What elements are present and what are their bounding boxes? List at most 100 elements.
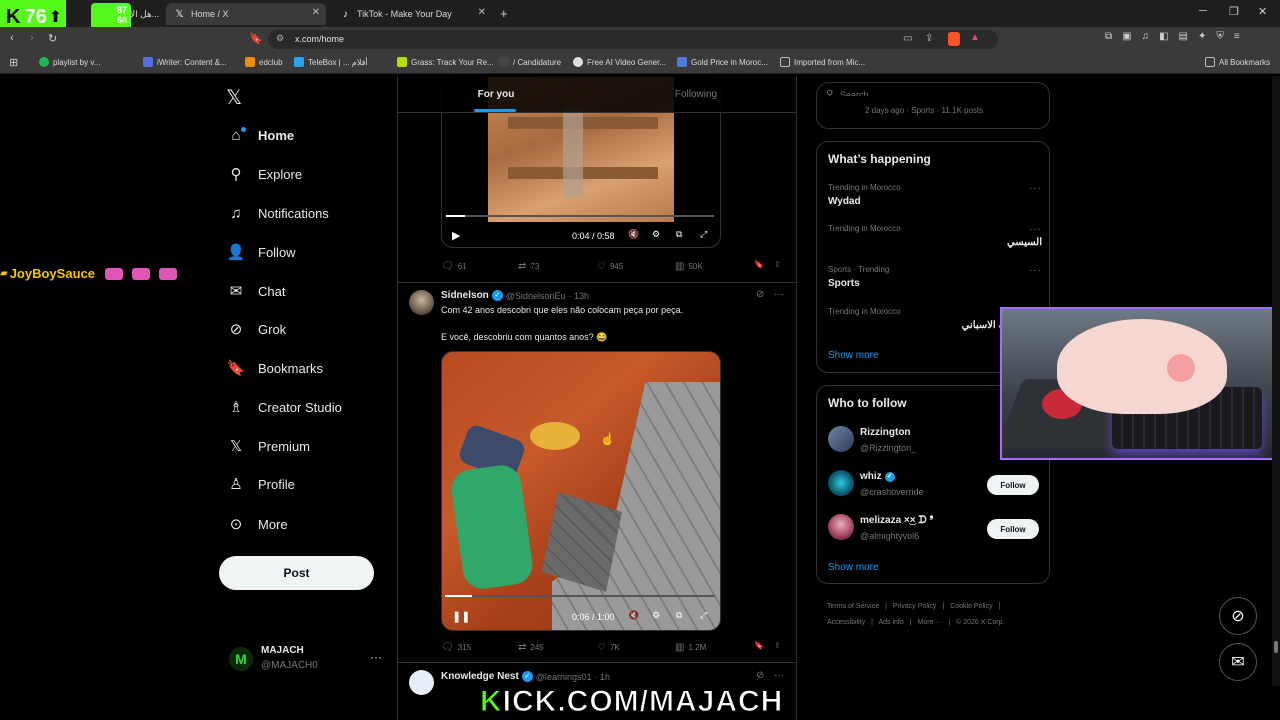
- nav-notifications[interactable]: ♫ Notifications: [226, 203, 328, 223]
- repost-button[interactable]: ⇄ 73: [518, 261, 539, 272]
- follow-button[interactable]: Follow: [987, 475, 1039, 495]
- minimize-icon[interactable]: ─: [1199, 5, 1207, 17]
- tab-pinned[interactable]: هل الإ...: [130, 3, 160, 25]
- trend-item[interactable]: Sports · Trending Sports ···: [828, 265, 1042, 289]
- brave-shield-icon[interactable]: [948, 32, 960, 46]
- like-button[interactable]: ♡ 7K: [597, 642, 620, 653]
- nav-premium[interactable]: 𝕏 Premium: [226, 436, 310, 456]
- footer-link[interactable]: Privacy Policy: [893, 603, 937, 610]
- grok-icon[interactable]: ⊘: [756, 670, 764, 681]
- tab-following[interactable]: Following: [598, 76, 794, 113]
- all-bookmarks[interactable]: All Bookmarks: [1205, 57, 1270, 67]
- post2-video[interactable]: ❚❚ 0:06 / 1:00 🔇 ⚙ ⧉ ⤢ ☝: [441, 351, 721, 631]
- tab-home-x[interactable]: 𝕏 Home / X ✕: [166, 3, 326, 25]
- suggested-name[interactable]: Rizzington: [860, 427, 911, 438]
- bookmark-item[interactable]: Gold Price in Moroc...: [677, 57, 768, 67]
- forward-icon[interactable]: ›: [30, 32, 34, 44]
- post-age[interactable]: · 13h: [568, 291, 589, 301]
- share-icon[interactable]: ⇪: [774, 260, 781, 269]
- nav-bookmarks[interactable]: 🔖 Bookmarks: [226, 358, 323, 378]
- bookmark-page-icon[interactable]: 🔖: [249, 32, 263, 45]
- nav-more[interactable]: ⊙ More: [226, 514, 288, 534]
- new-tab-icon[interactable]: +: [500, 6, 508, 21]
- trend-item[interactable]: Trending in Morocco السيسي ···: [828, 224, 1042, 248]
- maximize-icon[interactable]: ❐: [1229, 5, 1239, 18]
- post-age[interactable]: · 1h: [594, 672, 610, 682]
- bookmark-icon[interactable]: 🔖: [754, 641, 764, 650]
- x-logo-icon[interactable]: 𝕏: [226, 85, 242, 110]
- scrollbar-thumb[interactable]: [1274, 641, 1278, 653]
- video-progress-track[interactable]: [445, 595, 715, 597]
- post-more-icon[interactable]: ···: [774, 289, 784, 300]
- wallet2-icon[interactable]: ▤: [1179, 31, 1188, 47]
- settings-icon[interactable]: ⚙: [652, 610, 660, 621]
- avatar[interactable]: [409, 290, 434, 315]
- share-icon[interactable]: ⇪: [774, 641, 781, 650]
- back-icon[interactable]: ‹: [10, 32, 14, 44]
- avatar[interactable]: [409, 670, 434, 695]
- menu-icon[interactable]: ≡: [1234, 31, 1240, 47]
- extensions-icon[interactable]: ⧉: [1105, 31, 1112, 47]
- settings-icon[interactable]: ⚙: [652, 229, 660, 240]
- nav-grok[interactable]: ⊘ Grok: [226, 319, 286, 339]
- grok-icon[interactable]: ⊘: [756, 289, 764, 300]
- reload-icon[interactable]: ↻: [48, 32, 57, 45]
- bookmark-folder[interactable]: Imported from Mic...: [780, 57, 865, 67]
- avatar[interactable]: [828, 426, 854, 452]
- leo-icon[interactable]: ✦: [1198, 31, 1206, 47]
- reply-button[interactable]: 🗨 61: [441, 261, 467, 272]
- reply-button[interactable]: 🗨 315: [441, 642, 471, 653]
- bookmark-item[interactable]: Free AI Video Gener...: [573, 57, 666, 67]
- views-button[interactable]: ▥ 50K: [675, 261, 703, 272]
- wallet-icon[interactable]: ▣: [1122, 31, 1131, 47]
- play-icon[interactable]: ▶: [452, 229, 460, 242]
- brave-rewards-icon[interactable]: ▲: [970, 32, 980, 43]
- suggested-name-row[interactable]: whiz ✓: [860, 471, 895, 482]
- trend-more-icon[interactable]: ···: [1029, 224, 1042, 235]
- views-button[interactable]: ▥ 1.2M: [675, 642, 706, 653]
- show-more-link[interactable]: Show more: [828, 562, 879, 573]
- sidebar-icon[interactable]: ◧: [1159, 31, 1168, 47]
- bookmark-item[interactable]: edclub: [245, 57, 283, 67]
- nav-home[interactable]: ⌂ Home: [226, 125, 294, 145]
- fullscreen-icon[interactable]: ⤢: [700, 229, 707, 240]
- mute-icon[interactable]: 🔇: [628, 229, 639, 240]
- suggested-handle[interactable]: @almightyvol6: [860, 531, 919, 541]
- footer-link[interactable]: Terms of Service: [827, 603, 879, 610]
- bookmark-item[interactable]: iWriter: Content &...: [143, 57, 227, 67]
- trend-more-icon[interactable]: ···: [1029, 183, 1042, 194]
- bookmark-item[interactable]: / Candidature: [499, 57, 561, 67]
- author-handle[interactable]: @learnings01: [536, 672, 592, 682]
- bookmark-icon[interactable]: 🔖: [754, 260, 764, 269]
- nav-explore[interactable]: ⚲ Explore: [226, 164, 303, 184]
- mute-icon[interactable]: 🔇: [628, 610, 639, 621]
- apps-grid-icon[interactable]: ⊞: [9, 56, 18, 69]
- footer-link[interactable]: More ···: [918, 619, 943, 626]
- follow-button[interactable]: Follow: [987, 519, 1039, 539]
- video-progress-track[interactable]: [446, 215, 714, 217]
- avatar[interactable]: [828, 470, 854, 496]
- author-name[interactable]: Knowledge Nest: [441, 671, 519, 682]
- pip-icon[interactable]: ⧉: [676, 229, 682, 240]
- pause-icon[interactable]: ❚❚: [452, 610, 470, 623]
- cast-icon[interactable]: ▭: [903, 33, 912, 44]
- messages-fab[interactable]: ✉: [1219, 643, 1257, 681]
- author-handle[interactable]: @SidnelsonEu: [506, 291, 566, 301]
- suggested-handle[interactable]: @crashoverride: [860, 487, 924, 497]
- nav-creator-studio[interactable]: ♗ Creator Studio: [226, 397, 342, 417]
- grok-fab[interactable]: ⊘: [1219, 597, 1257, 635]
- music-icon[interactable]: ♫: [1142, 31, 1150, 47]
- suggested-name[interactable]: melizaza ×͜× ᗪ ❜: [860, 515, 933, 526]
- close-tab-icon[interactable]: ✕: [478, 7, 486, 18]
- scrollbar[interactable]: [1272, 76, 1280, 686]
- pip-icon[interactable]: ⧉: [676, 610, 682, 621]
- post-button[interactable]: Post: [219, 556, 374, 590]
- post-more-icon[interactable]: ···: [774, 670, 784, 681]
- tab-for-you[interactable]: For you: [398, 76, 594, 113]
- suggested-handle[interactable]: @Rizzington_: [860, 443, 916, 453]
- close-tab-icon[interactable]: ✕: [312, 7, 320, 18]
- bookmark-item[interactable]: playlist by v...: [39, 57, 100, 67]
- trend-more-icon[interactable]: ···: [1029, 265, 1042, 276]
- url-field[interactable]: ⚙ x.com/home ▭ ⇪ ▲: [268, 30, 998, 49]
- share-icon[interactable]: ⇪: [925, 33, 933, 44]
